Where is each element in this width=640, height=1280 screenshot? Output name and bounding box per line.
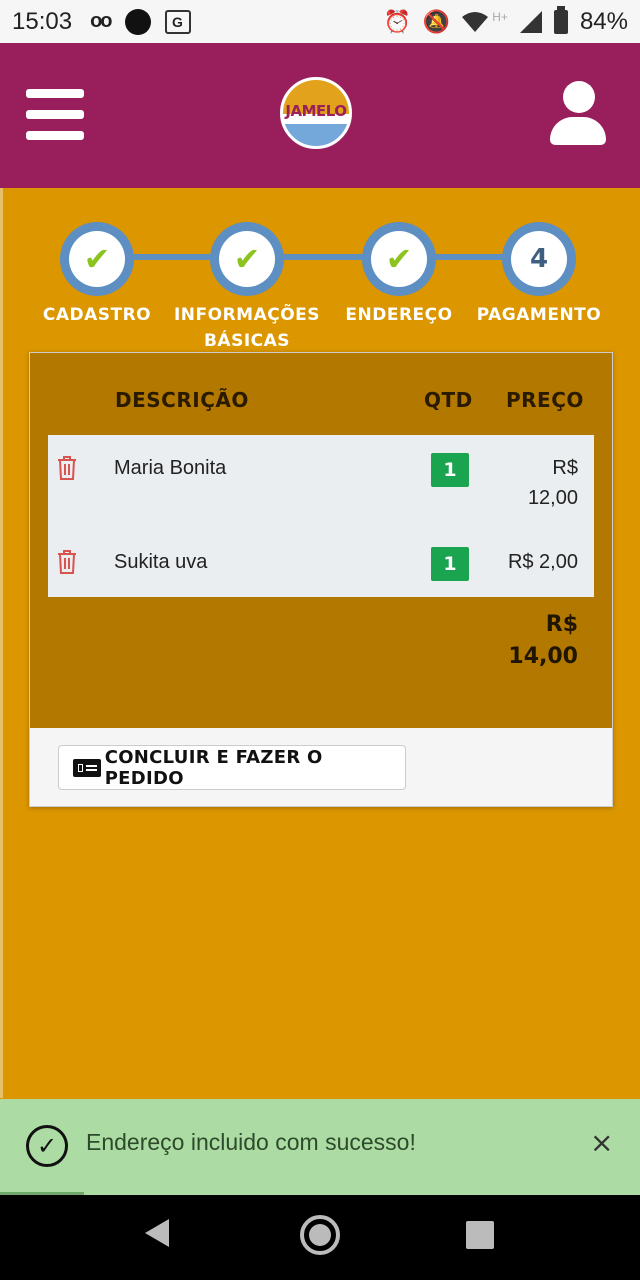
hamburger-menu-icon[interactable]: [26, 89, 84, 141]
circle-icon: [124, 8, 151, 35]
qty-badge: 1: [431, 453, 469, 487]
battery-percent: 84%: [579, 7, 628, 35]
status-left-icons: oo G: [90, 8, 191, 35]
cart-row: Sukita uva 1 R$ 2,00: [48, 529, 594, 597]
cart-row: Maria Bonita 1 R$ 12,00: [48, 435, 594, 529]
alarm-icon: ⏰: [383, 8, 411, 34]
back-icon[interactable]: [145, 1219, 169, 1247]
status-time: 15:03: [12, 7, 73, 35]
step-pagamento[interactable]: 4: [502, 222, 576, 296]
cart-card: DESCRIÇÃO QTD PREÇO Maria Bonita 1 R$ 12…: [29, 352, 613, 807]
user-profile-icon[interactable]: [548, 81, 608, 147]
check-icon: ✔: [233, 240, 261, 278]
translate-icon: G: [164, 9, 191, 34]
item-description: Sukita uva: [114, 551, 208, 573]
item-price: R$ 2,00: [507, 551, 578, 573]
app-header: JAMELO: [0, 43, 640, 188]
step-label-pagamento: PAGAMENTO: [476, 305, 602, 325]
header-price: PREÇO: [506, 388, 584, 412]
check-circle-icon: ✓: [26, 1125, 68, 1167]
recent-apps-icon[interactable]: [466, 1221, 494, 1249]
wifi-icon: [462, 11, 489, 32]
stepper-line: [95, 254, 540, 260]
step-label-cadastro: CADASTRO: [42, 305, 152, 325]
status-bar: 15:03 oo G ⏰ 🔕 H+ 84%: [0, 0, 640, 43]
trash-icon[interactable]: [56, 549, 78, 575]
battery-icon: [553, 5, 568, 34]
android-nav-bar: [0, 1195, 640, 1280]
step-endereco[interactable]: ✔: [362, 222, 436, 296]
submit-order-button[interactable]: CONCLUIR E FAZER O PEDIDO: [58, 745, 406, 790]
signal-icon: [519, 10, 542, 33]
close-icon[interactable]: ×: [590, 1129, 613, 1157]
submit-order-label: CONCLUIR E FAZER O PEDIDO: [104, 746, 323, 789]
cart-summary: DESCRIÇÃO QTD PREÇO Maria Bonita 1 R$ 12…: [30, 353, 612, 728]
step-informacoes-basicas[interactable]: ✔: [210, 222, 284, 296]
step-number: 4: [529, 244, 549, 274]
network-label: H+: [492, 9, 508, 24]
check-icon: ✔: [385, 240, 413, 278]
qty-badge: 1: [431, 547, 469, 581]
success-toast: ✓ Endereço incluido com sucesso! ×: [0, 1099, 640, 1195]
item-price: R$ 12,00: [527, 457, 578, 509]
voicemail-icon: oo: [90, 10, 112, 32]
bell-off-icon: 🔕: [422, 8, 451, 34]
jamelo-logo[interactable]: JAMELO: [280, 77, 352, 149]
cart-items: Maria Bonita 1 R$ 12,00 Sukita uva 1 R$ …: [48, 435, 594, 597]
step-cadastro[interactable]: ✔: [60, 222, 134, 296]
trash-icon[interactable]: [56, 455, 78, 481]
step-label-informacoes-basicas: INFORMAÇÕES BÁSICAS: [173, 305, 321, 351]
header-description: DESCRIÇÃO: [115, 388, 249, 412]
logo-text: JAMELO: [285, 102, 347, 120]
checkout-stepper: ✔ CADASTRO ✔ INFORMAÇÕES BÁSICAS ✔ ENDER…: [0, 218, 640, 358]
header-qty: QTD: [424, 388, 473, 412]
home-icon[interactable]: [300, 1215, 340, 1255]
check-icon: ✔: [83, 240, 111, 278]
money-bill-icon: [73, 758, 101, 777]
cart-total: R$ 14,00: [508, 612, 578, 669]
step-label-endereco: ENDEREÇO: [345, 305, 453, 325]
item-description: Maria Bonita: [114, 457, 227, 479]
status-right-icons: ⏰ 🔕 H+ 84%: [383, 5, 628, 36]
toast-message: Endereço incluido com sucesso!: [86, 1129, 416, 1155]
